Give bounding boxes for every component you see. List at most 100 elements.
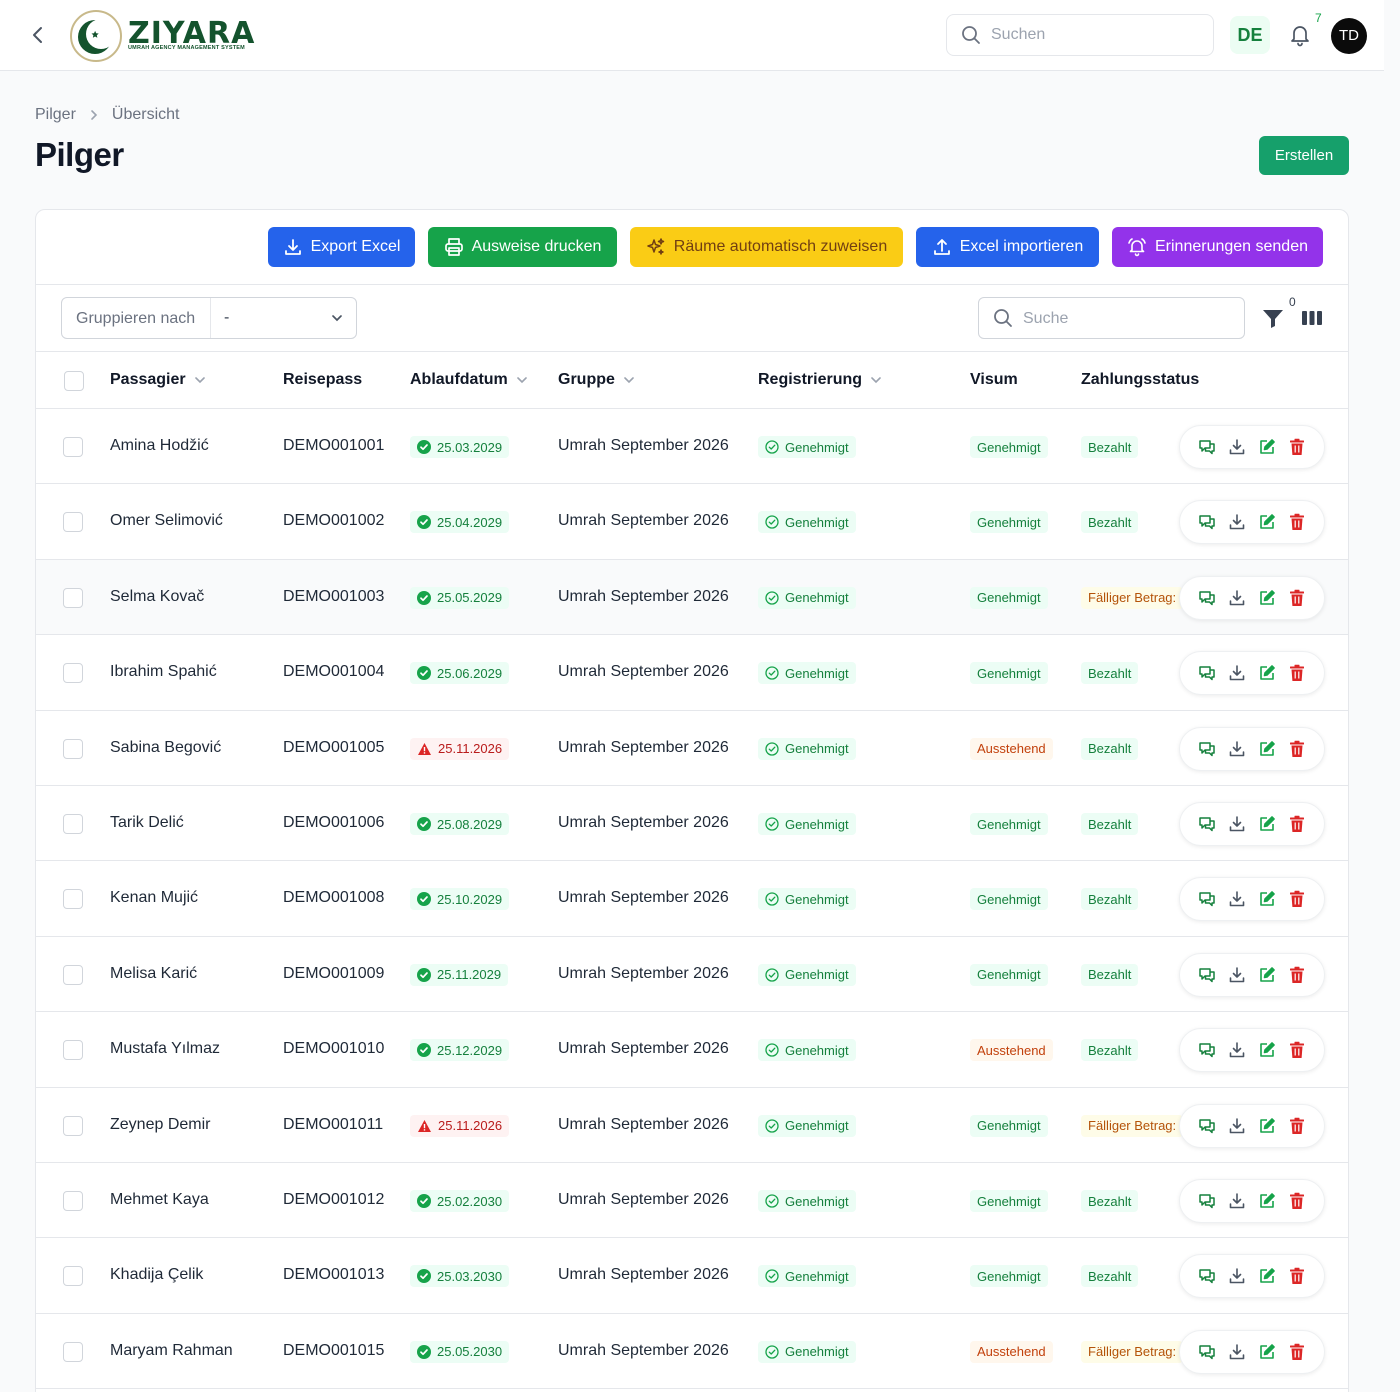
download-button[interactable]: [1226, 738, 1248, 760]
create-button[interactable]: Erstellen: [1259, 136, 1349, 175]
delete-button[interactable]: [1286, 1115, 1308, 1137]
print-ids-button[interactable]: Ausweise drucken: [428, 227, 617, 267]
column-expiry[interactable]: Ablaufdatum: [410, 371, 528, 389]
columns-icon[interactable]: [1301, 309, 1323, 327]
row-checkbox[interactable]: [63, 1040, 83, 1061]
back-arrow-icon[interactable]: [26, 22, 50, 48]
download-button[interactable]: [1226, 1265, 1248, 1287]
global-search-input[interactable]: [991, 23, 1201, 47]
table-row[interactable]: Mustafa Yılmaz DEMO001010 25.12.2029 Umrah …: [36, 1012, 1348, 1088]
row-checkbox[interactable]: [63, 814, 83, 834]
table-search[interactable]: [978, 297, 1245, 339]
message-button[interactable]: [1196, 1115, 1218, 1137]
edit-button[interactable]: [1256, 511, 1278, 533]
edit-button[interactable]: [1256, 1039, 1278, 1061]
edit-button[interactable]: [1256, 662, 1278, 684]
table-row[interactable]: Tarik Delić DEMO001006 25.08.2029 Umrah Sep…: [36, 786, 1348, 862]
delete-button[interactable]: [1286, 436, 1308, 458]
table-row[interactable]: Maryam Rahman DEMO001015 25.05.2030 Umrah S…: [36, 1313, 1348, 1390]
passenger-name[interactable]: Maryam Rahman: [110, 1342, 233, 1360]
message-button[interactable]: [1196, 888, 1218, 910]
row-checkbox[interactable]: [63, 1115, 83, 1136]
edit-button[interactable]: [1256, 587, 1278, 609]
delete-button[interactable]: [1286, 662, 1308, 684]
edit-button[interactable]: [1256, 1190, 1278, 1212]
message-button[interactable]: [1196, 1341, 1218, 1363]
table-row[interactable]: Khadija Çelik DEMO001013 25.03.2030 Umrah S…: [36, 1238, 1348, 1314]
filter-funnel-icon[interactable]: [1262, 309, 1284, 329]
edit-button[interactable]: [1256, 1265, 1278, 1287]
passenger-name[interactable]: Omer Selimović: [110, 512, 223, 530]
global-search[interactable]: [946, 14, 1214, 56]
row-checkbox[interactable]: [63, 587, 83, 608]
column-registration[interactable]: Registrierung: [758, 371, 882, 389]
download-button[interactable]: [1226, 813, 1248, 835]
delete-button[interactable]: [1286, 738, 1308, 760]
table-row[interactable]: Zeynep Demir DEMO001011 25.11.2026 Umrah Se…: [36, 1087, 1348, 1163]
passenger-name[interactable]: Zeynep Demir: [110, 1116, 210, 1134]
download-button[interactable]: [1226, 1115, 1248, 1137]
table-row[interactable]: Kenan Mujić DEMO001008 25.10.2029 Umrah Sep…: [36, 861, 1348, 937]
delete-button[interactable]: [1286, 1341, 1308, 1363]
table-row[interactable]: Mehmet Kaya DEMO001012 25.02.2030 Umrah Sep…: [36, 1163, 1348, 1239]
export-excel-button[interactable]: Export Excel: [268, 227, 415, 267]
table-row[interactable]: Omer Selimović DEMO001002 25.04.2029 Umrah …: [36, 484, 1348, 560]
message-button[interactable]: [1196, 436, 1218, 458]
passenger-name[interactable]: Selma Kovač: [110, 588, 204, 606]
bell-icon[interactable]: [1288, 22, 1312, 48]
message-button[interactable]: [1196, 511, 1218, 533]
download-button[interactable]: [1226, 1039, 1248, 1061]
row-checkbox[interactable]: [63, 1266, 83, 1287]
passenger-name[interactable]: Mehmet Kaya: [110, 1191, 209, 1209]
download-button[interactable]: [1226, 511, 1248, 533]
table-row[interactable]: Melisa Karić DEMO001009 25.11.2029 Umrah Se…: [36, 936, 1348, 1013]
passenger-name[interactable]: Khadija Çelik: [110, 1266, 203, 1284]
table-row[interactable]: Selma Kovač DEMO001003 25.05.2029 Umrah Sep…: [36, 559, 1348, 636]
passenger-name[interactable]: Ibrahim Spahić: [110, 663, 217, 681]
edit-button[interactable]: [1256, 738, 1278, 760]
passenger-name[interactable]: Kenan Mujić: [110, 889, 198, 907]
breadcrumb-pilger[interactable]: Pilger: [35, 106, 76, 124]
passenger-name[interactable]: Melisa Karić: [110, 965, 197, 983]
edit-button[interactable]: [1256, 436, 1278, 458]
edit-button[interactable]: [1256, 813, 1278, 835]
delete-button[interactable]: [1286, 964, 1308, 986]
message-button[interactable]: [1196, 964, 1218, 986]
group-by-select[interactable]: Gruppieren nach -: [61, 297, 357, 339]
table-row[interactable]: Ibrahim Spahić DEMO001004 25.06.2029 Umrah …: [36, 635, 1348, 711]
passenger-name[interactable]: Mustafa Yılmaz: [110, 1040, 220, 1058]
download-button[interactable]: [1226, 888, 1248, 910]
download-button[interactable]: [1226, 1190, 1248, 1212]
send-reminders-button[interactable]: Erinnerungen senden: [1112, 227, 1323, 267]
language-switcher[interactable]: DE: [1230, 16, 1270, 54]
edit-button[interactable]: [1256, 1341, 1278, 1363]
passenger-name[interactable]: Sabina Begović: [110, 739, 221, 757]
delete-button[interactable]: [1286, 1190, 1308, 1212]
row-checkbox[interactable]: [63, 738, 83, 759]
download-button[interactable]: [1226, 587, 1248, 609]
download-button[interactable]: [1226, 1341, 1248, 1363]
delete-button[interactable]: [1286, 587, 1308, 609]
auto-assign-rooms-button[interactable]: Räume automatisch zuweisen: [630, 227, 903, 267]
download-button[interactable]: [1226, 436, 1248, 458]
message-button[interactable]: [1196, 587, 1218, 609]
row-checkbox[interactable]: [63, 964, 83, 985]
row-checkbox[interactable]: [63, 1191, 83, 1211]
message-button[interactable]: [1196, 738, 1218, 760]
delete-button[interactable]: [1286, 1265, 1308, 1287]
row-checkbox[interactable]: [63, 889, 83, 910]
select-all-checkbox[interactable]: [64, 371, 84, 391]
delete-button[interactable]: [1286, 511, 1308, 533]
table-row[interactable]: Sabina Begović DEMO001005 25.11.2026 Umrah …: [36, 710, 1348, 786]
avatar[interactable]: TD: [1331, 18, 1367, 54]
table-row[interactable]: Amina Hodžić DEMO001001 25.03.2029 Umrah Se…: [36, 409, 1348, 485]
row-checkbox[interactable]: [63, 663, 83, 684]
table-search-input[interactable]: [1023, 307, 1223, 331]
passenger-name[interactable]: Amina Hodžić: [110, 437, 209, 455]
row-checkbox[interactable]: [63, 437, 83, 457]
edit-button[interactable]: [1256, 888, 1278, 910]
edit-button[interactable]: [1256, 964, 1278, 986]
row-checkbox[interactable]: [63, 1341, 83, 1362]
message-button[interactable]: [1196, 1190, 1218, 1212]
edit-button[interactable]: [1256, 1115, 1278, 1137]
